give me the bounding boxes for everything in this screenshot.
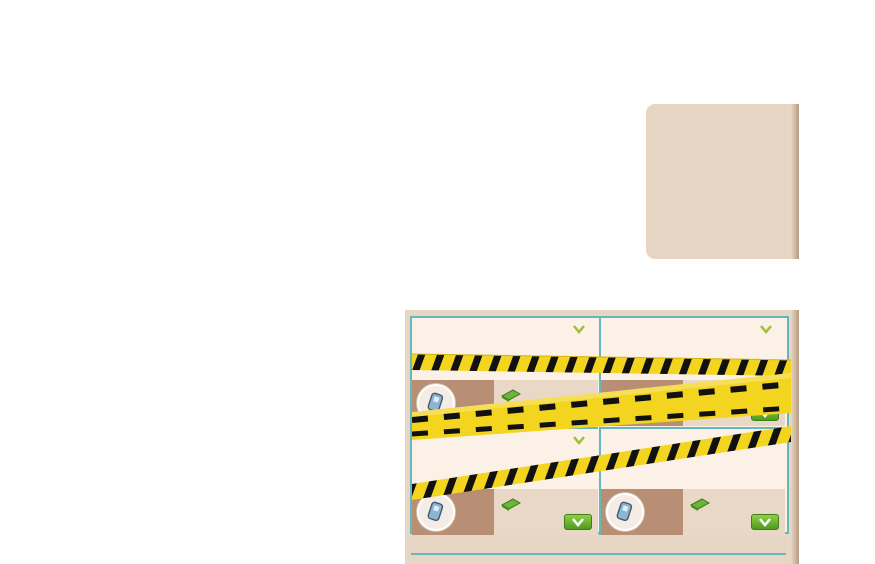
- caution-tape: [412, 373, 791, 440]
- caution-tape-overlay: [412, 353, 791, 500]
- panel-edge-shadow: [791, 104, 799, 259]
- board-edge-shadow: [791, 310, 799, 564]
- cell-grid: [410, 316, 791, 535]
- caution-tape: [412, 353, 791, 376]
- board-footer-divider: [411, 553, 786, 555]
- caution-tape: [412, 426, 791, 500]
- board-panel: [405, 310, 799, 564]
- info-panel: [646, 104, 799, 259]
